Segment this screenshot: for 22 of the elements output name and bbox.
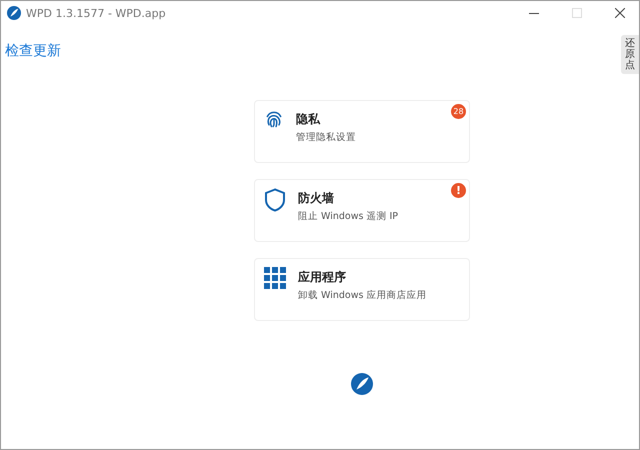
card-title: 应用程序 [298, 269, 347, 286]
card-title: 防火墙 [298, 190, 335, 207]
close-icon [615, 8, 625, 18]
feature-card[interactable]: 隐私 管理隐私设置 28 [254, 100, 470, 163]
minimize-icon [529, 12, 539, 14]
grid-icon [264, 267, 286, 289]
card-title: 隐私 [296, 111, 322, 128]
app-logo-icon [7, 6, 21, 20]
alert-badge: ! [451, 183, 466, 198]
fingerprint-icon [264, 109, 284, 129]
card-subtitle: 卸载 Windows 应用商店应用 [298, 289, 426, 302]
window-title: WPD 1.3.1577 - WPD.app [26, 6, 167, 20]
feature-card[interactable]: 应用程序 卸载 Windows 应用商店应用 [254, 258, 470, 321]
restore-point-tab[interactable]: 还原点 [621, 35, 639, 74]
card-subtitle: 管理隐私设置 [296, 131, 356, 144]
feature-card[interactable]: 防火墙 阻止 Windows 遥测 IP ! [254, 179, 470, 242]
shield-icon [264, 188, 286, 212]
app-logo-icon [351, 373, 373, 395]
count-badge: 28 [451, 104, 466, 119]
maximize-icon [572, 8, 582, 18]
card-subtitle: 阻止 Windows 遥测 IP [298, 210, 398, 223]
check-updates-link[interactable]: 检查更新 [5, 43, 61, 59]
